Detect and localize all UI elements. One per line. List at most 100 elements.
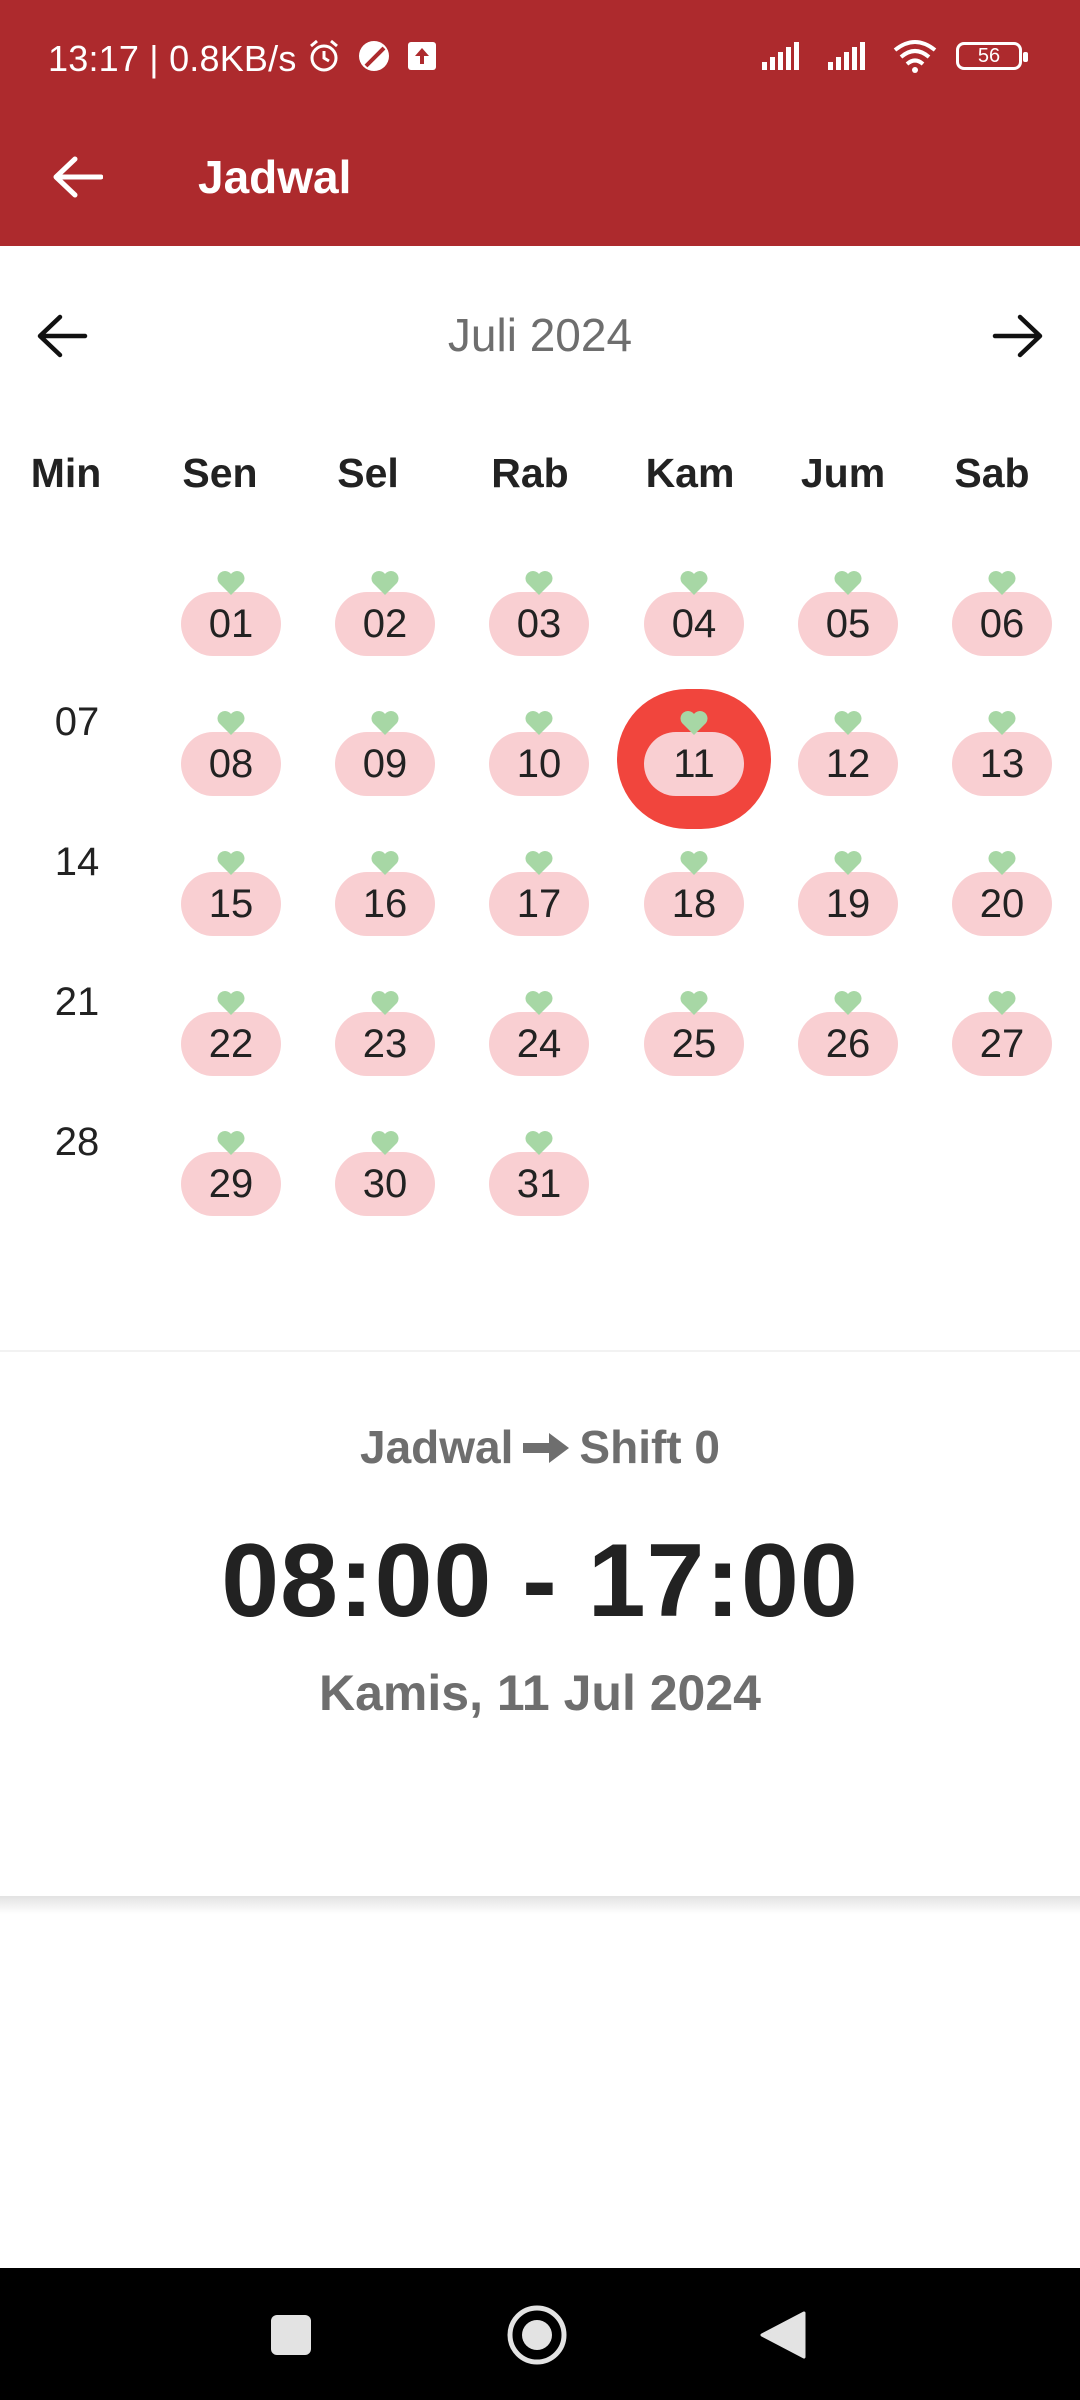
scheduled-day-pill: 19	[798, 872, 898, 936]
calendar-day-cell[interactable]: 31	[462, 1120, 616, 1260]
heart-icon	[987, 710, 1017, 736]
day-number: 25	[671, 1021, 717, 1066]
scheduled-day-pill: 06	[952, 592, 1052, 656]
day-number: 01	[208, 601, 254, 646]
heart-icon	[524, 850, 554, 876]
day-number: 29	[208, 1161, 254, 1206]
heart-icon	[679, 570, 709, 596]
status-icons-right: 56	[760, 38, 1028, 74]
scheduled-day-pill: 26	[798, 1012, 898, 1076]
month-title: Juli 2024	[447, 309, 633, 361]
scheduled-day-pill: 02	[335, 592, 435, 656]
day-number: 09	[362, 741, 408, 786]
calendar-day-cell[interactable]: 16	[308, 840, 462, 980]
shift-line: Jadwal Shift 0	[0, 1420, 1080, 1478]
calendar-day-cell[interactable]: 22	[154, 980, 308, 1120]
home-circle-icon	[507, 2305, 567, 2365]
heart-icon	[370, 710, 400, 736]
heart-icon	[370, 990, 400, 1016]
calendar-day-cell[interactable]: 02	[308, 560, 462, 700]
scheduled-day-pill: 09	[335, 732, 435, 796]
calendar-day-cell[interactable]: 20	[925, 840, 1079, 980]
moon-icon	[359, 41, 389, 71]
day-number: 03	[516, 601, 562, 646]
scheduled-day-pill: 17	[489, 872, 589, 936]
month-navigation: Juli 2024	[0, 282, 1080, 390]
weekday-label: Sab	[954, 450, 1030, 496]
app-header: 13:17 | 0.8KB/s 56 Jadwal	[0, 0, 1080, 246]
status-bar: 13:17 | 0.8KB/s 56	[0, 0, 1080, 122]
calendar-day-cell[interactable]: 06	[925, 560, 1079, 700]
calendar-day-cell[interactable]: 14	[0, 840, 154, 980]
status-time: 13:17 | 0.8KB/s	[48, 38, 297, 79]
day-number: 30	[362, 1161, 408, 1206]
heart-icon	[987, 850, 1017, 876]
day-number: 20	[979, 881, 1025, 926]
calendar-day-cell[interactable]: 21	[0, 980, 154, 1120]
heart-icon	[524, 570, 554, 596]
calendar-day-cell[interactable]: 12	[771, 700, 925, 840]
calendar-day-cell[interactable]: 29	[154, 1120, 308, 1260]
scheduled-day-pill: 03	[489, 592, 589, 656]
arrow-right-icon	[992, 314, 1043, 358]
calendar-day-cell[interactable]: 27	[925, 980, 1079, 1120]
scheduled-day-pill: 31	[489, 1152, 589, 1216]
heart-icon	[833, 990, 863, 1016]
network-speed: 0.8KB/s	[169, 38, 297, 79]
back-nav-button[interactable]	[748, 2300, 818, 2370]
weekday-label: Sel	[337, 450, 399, 496]
calendar-day-cell[interactable]: 15	[154, 840, 308, 980]
calendar-day-cell[interactable]: 07	[0, 700, 154, 840]
calendar-day-cell[interactable]: 03	[462, 560, 616, 700]
home-button[interactable]	[502, 2300, 572, 2370]
heart-icon	[679, 990, 709, 1016]
calendar-day-cell[interactable]: 13	[925, 700, 1079, 840]
calendar-day-cell[interactable]: 01	[154, 560, 308, 700]
weekday-label: Sen	[182, 450, 258, 496]
calendar-day-cell[interactable]: 30	[308, 1120, 462, 1260]
calendar-day-cell[interactable]: 19	[771, 840, 925, 980]
calendar-day-cell[interactable]: 08	[154, 700, 308, 840]
back-button[interactable]	[44, 144, 110, 210]
recent-apps-button[interactable]	[256, 2300, 326, 2370]
day-number: 13	[979, 741, 1025, 786]
calendar-day-cell[interactable]: 05	[771, 560, 925, 700]
scheduled-day-pill: 30	[335, 1152, 435, 1216]
calendar-day-cell[interactable]: 09	[308, 700, 462, 840]
heart-icon	[524, 1130, 554, 1156]
square-icon	[271, 2315, 311, 2355]
day-number: 15	[208, 881, 254, 926]
heart-icon	[216, 1130, 246, 1156]
next-month-button[interactable]	[984, 302, 1052, 370]
heart-icon	[216, 570, 246, 596]
calendar-day-cell[interactable]: 25	[617, 980, 771, 1120]
heart-icon	[216, 850, 246, 876]
calendar-day-selected[interactable]: 11	[617, 689, 771, 840]
calendar-day-cell[interactable]: 24	[462, 980, 616, 1120]
day-number: 02	[362, 601, 408, 646]
heart-icon	[679, 850, 709, 876]
heart-icon	[679, 710, 709, 736]
weekday-label: Min	[30, 450, 102, 496]
calendar-day-cell[interactable]: 18	[617, 840, 771, 980]
calendar-day-cell[interactable]: 26	[771, 980, 925, 1120]
arrow-left-icon	[53, 156, 103, 198]
calendar-day-cell[interactable]: 23	[308, 980, 462, 1120]
calendar-day-cell[interactable]: 28	[0, 1120, 154, 1260]
heart-icon	[370, 1130, 400, 1156]
calendar-day-cell[interactable]: 10	[462, 700, 616, 840]
clock-text: 13:17	[48, 38, 140, 79]
calendar-day-cell[interactable]: 17	[462, 840, 616, 980]
scheduled-day-pill: 01	[181, 592, 281, 656]
scheduled-day-pill: 04	[644, 592, 744, 656]
scheduled-day-pill: 23	[335, 1012, 435, 1076]
alarm-icon	[310, 39, 338, 72]
day-number: 10	[516, 741, 562, 786]
day-number: 14	[54, 840, 100, 884]
shift-time-range: 08:00 - 17:00	[221, 1523, 859, 1639]
day-number: 27	[979, 1021, 1025, 1066]
scheduled-day-pill: 15	[181, 872, 281, 936]
page-title: Jadwal	[198, 151, 352, 203]
triangle-back-icon	[760, 2311, 806, 2359]
calendar-day-cell[interactable]: 04	[617, 560, 771, 700]
